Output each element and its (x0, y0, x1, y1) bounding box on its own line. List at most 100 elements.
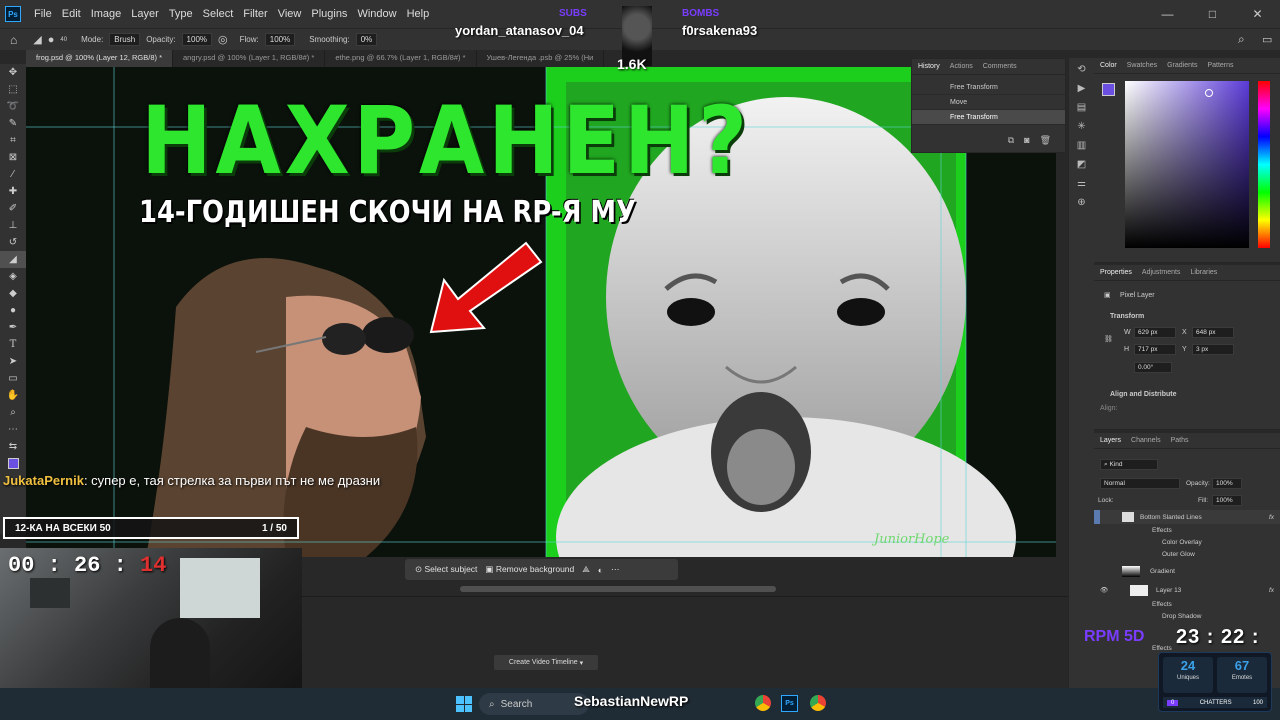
dodge-tool-icon[interactable]: ● (0, 302, 26, 319)
swap-colors-icon[interactable]: ⇆ (0, 438, 26, 455)
more-tools-icon[interactable]: ⋯ (0, 421, 26, 438)
eraser-tool-icon[interactable]: ◢ (33, 33, 41, 46)
hue-slider[interactable] (1258, 81, 1270, 248)
eraser-tool-icon-active[interactable]: ◢ (0, 251, 26, 268)
brush-settings-icon[interactable]: ✳ (1077, 121, 1085, 132)
tab-layers[interactable]: Layers (1100, 437, 1121, 444)
layer-row[interactable]: 👁 Layer 13 fx (1094, 582, 1280, 598)
tab-ethe[interactable]: ethe.png @ 66.7% (Layer 1, RGB/8#) * (325, 50, 477, 67)
comments-panel-icon[interactable]: ▤ (1077, 102, 1086, 113)
frame-tool-icon[interactable]: ⊠ (0, 149, 26, 166)
libraries-icon[interactable]: ▥ (1077, 140, 1086, 151)
zoom-tool-icon[interactable]: ⌕ (0, 404, 26, 421)
healing-tool-icon[interactable]: ✚ (0, 183, 26, 200)
create-video-timeline-button[interactable]: Create Video Timeline ▾ (494, 655, 598, 670)
menu-layer[interactable]: Layer (126, 8, 164, 20)
move-tool-icon[interactable]: ✥ (0, 64, 26, 81)
select-subject-button[interactable]: ⊙ Select subject (415, 564, 477, 575)
brush-tool-icon[interactable]: ✐ (0, 200, 26, 217)
blur-tool-icon[interactable]: ◆ (0, 285, 26, 302)
stamp-tool-icon[interactable]: ⊥ (0, 217, 26, 234)
foreground-swatch[interactable] (1102, 83, 1115, 96)
menu-select[interactable]: Select (198, 8, 239, 20)
menu-filter[interactable]: Filter (238, 8, 272, 20)
layer-filter-select[interactable]: ⌕ Kind (1100, 459, 1158, 470)
effect-row[interactable]: Outer Glow (1094, 548, 1280, 560)
photoshop-logo-icon[interactable]: Ps (5, 6, 21, 22)
hand-tool-icon[interactable]: ✋ (0, 387, 26, 404)
marquee-tool-icon[interactable]: ⬚ (0, 81, 26, 98)
more-options-icon[interactable]: ⋯ (611, 564, 620, 575)
layer-fill-input[interactable]: 100% (1212, 495, 1242, 506)
workspace-icon[interactable]: ▭ (1262, 33, 1272, 46)
chrome-icon[interactable] (755, 695, 771, 711)
layer-opacity-input[interactable]: 100% (1212, 478, 1242, 489)
tab-gradients[interactable]: Gradients (1167, 62, 1197, 69)
history-panel-icon[interactable]: ⟲ (1077, 64, 1085, 75)
tab-adjustments[interactable]: Adjustments (1142, 269, 1181, 276)
smoothing-input[interactable]: 0% (355, 33, 378, 46)
search-icon[interactable]: ⌕ (1238, 32, 1245, 47)
menu-help[interactable]: Help (402, 8, 435, 20)
effects-row[interactable]: Effects (1094, 598, 1280, 610)
brush-preset-icon[interactable]: ● (48, 34, 55, 46)
delete-state-icon[interactable]: 🗑 (1040, 135, 1051, 146)
layer-row[interactable]: Bottom Slanted Lines fx (1094, 510, 1280, 524)
tab-angry[interactable]: angry.psd @ 100% (Layer 1, RGB/8#) * (173, 50, 326, 67)
crop-tool-icon[interactable]: ⌗ (0, 132, 26, 149)
blend-mode-select[interactable]: Normal (1100, 478, 1180, 489)
close-button[interactable]: ✕ (1235, 0, 1280, 28)
transform-icon[interactable]: ⟁ (582, 564, 590, 575)
eyedropper-tool-icon[interactable]: ⁄ (0, 166, 26, 183)
tab-libraries[interactable]: Libraries (1190, 269, 1217, 276)
effect-row[interactable]: Color Overlay (1094, 536, 1280, 548)
minimize-button[interactable]: — (1145, 0, 1190, 28)
menu-type[interactable]: Type (164, 8, 198, 20)
angle-input[interactable]: 0.00° (1134, 362, 1172, 373)
pressure-opacity-icon[interactable]: ◎ (218, 33, 228, 46)
x-input[interactable]: 648 px (1192, 327, 1234, 338)
mask-icon[interactable]: ◐ (598, 565, 603, 575)
tab-channels[interactable]: Channels (1131, 437, 1161, 444)
opacity-input[interactable]: 100% (181, 33, 213, 46)
paint-bucket-tool-icon[interactable]: ◈ (0, 268, 26, 285)
visibility-eye-icon[interactable]: 👁 (1100, 586, 1110, 594)
tab-ushev[interactable]: Ушев-Легенда .psb @ 25% (Ни (477, 50, 605, 67)
styles-icon[interactable]: ⚌ (1077, 178, 1086, 189)
history-item[interactable]: Move (912, 95, 1065, 110)
menu-view[interactable]: View (273, 8, 307, 20)
horizontal-scrollbar[interactable] (460, 586, 776, 592)
flow-input[interactable]: 100% (264, 33, 296, 46)
history-item-selected[interactable]: Free Transform (912, 110, 1065, 125)
mode-select[interactable]: Brush (109, 33, 141, 46)
link-icon[interactable]: ⛓ (1104, 335, 1113, 343)
path-select-tool-icon[interactable]: ➤ (0, 353, 26, 370)
tab-color[interactable]: Color (1100, 62, 1117, 69)
menu-image[interactable]: Image (86, 8, 127, 20)
menu-edit[interactable]: Edit (57, 8, 86, 20)
lasso-tool-icon[interactable]: ➰ (0, 98, 26, 115)
tab-patterns[interactable]: Patterns (1207, 62, 1233, 69)
y-input[interactable]: 3 px (1192, 344, 1234, 355)
tab-properties[interactable]: Properties (1100, 269, 1132, 276)
home-icon[interactable]: ⌂ (10, 33, 17, 47)
maximize-button[interactable]: □ (1190, 0, 1235, 28)
effect-row[interactable]: Drop Shadow (1094, 610, 1280, 622)
actions-panel-icon[interactable]: ▶ (1078, 83, 1086, 94)
remove-background-button[interactable]: ▣ Remove background (485, 564, 574, 575)
history-item[interactable]: Free Transform (912, 80, 1065, 95)
pen-tool-icon[interactable]: ✒ (0, 319, 26, 336)
type-tool-icon[interactable]: T (0, 336, 26, 353)
tab-paths[interactable]: Paths (1171, 437, 1189, 444)
chrome-profile-icon[interactable] (810, 695, 826, 711)
menu-file[interactable]: File (29, 8, 57, 20)
width-input[interactable]: 629 px (1134, 327, 1176, 338)
shape-tool-icon[interactable]: ▭ (0, 370, 26, 387)
start-button-icon[interactable] (456, 696, 472, 712)
layer-row[interactable]: Gradient (1094, 563, 1280, 579)
picker-cursor[interactable] (1205, 89, 1213, 97)
adjustments-icon[interactable]: ◩ (1077, 159, 1086, 170)
photoshop-taskbar-icon[interactable]: Ps (781, 695, 798, 712)
tab-swatches[interactable]: Swatches (1127, 62, 1157, 69)
menu-window[interactable]: Window (352, 8, 401, 20)
